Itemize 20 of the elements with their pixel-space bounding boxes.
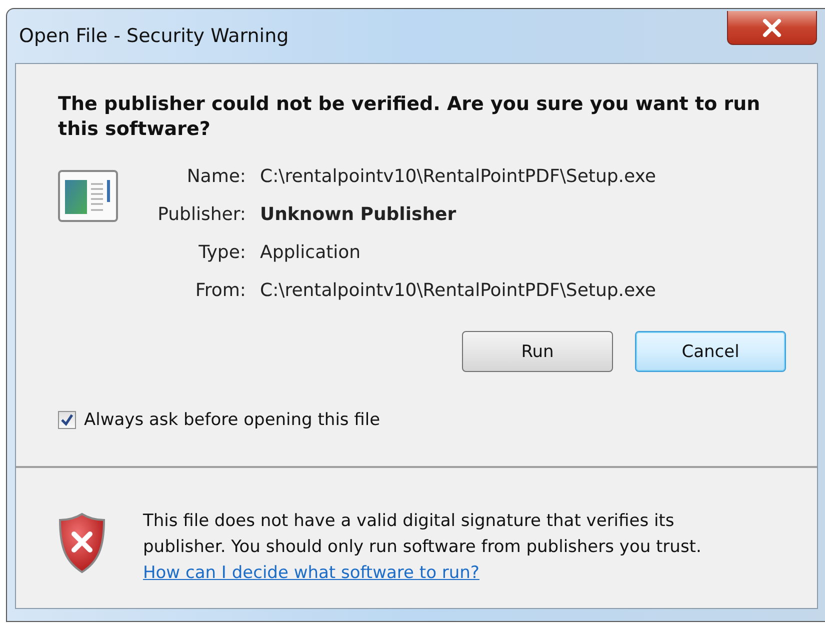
- close-button[interactable]: [727, 11, 817, 45]
- field-label: Publisher:: [156, 204, 246, 225]
- cancel-button[interactable]: Cancel: [635, 331, 786, 372]
- field-label: Type:: [198, 242, 246, 263]
- shield-error-icon: [58, 512, 106, 574]
- application-icon: [58, 170, 118, 222]
- field-value: Application: [260, 242, 362, 263]
- checkbox-label[interactable]: Always ask before opening this file: [84, 410, 380, 430]
- window-title: Open File - Security Warning: [19, 25, 289, 47]
- help-link[interactable]: How can I decide what software to run?: [143, 563, 480, 583]
- run-button[interactable]: Run: [462, 331, 613, 372]
- field-value: C:\rentalpointv10\RentalPointPDF\Setup.exe: [260, 166, 656, 187]
- field-label: From:: [194, 280, 246, 301]
- checkbox[interactable]: [58, 411, 76, 429]
- field-label: Name:: [186, 166, 246, 187]
- field-value: C:\rentalpointv10\RentalPointPDF\Setup.exe: [260, 280, 656, 301]
- warning-text: This file does not have a valid digital signature that verifies its publisher. You should only run software from publishers you trust.: [143, 510, 702, 559]
- field-value: Unknown Publisher: [260, 204, 458, 225]
- warning-heading: The publisher could not be verified. Are you sure you want to run this software?: [58, 92, 762, 142]
- close-icon: [761, 18, 783, 36]
